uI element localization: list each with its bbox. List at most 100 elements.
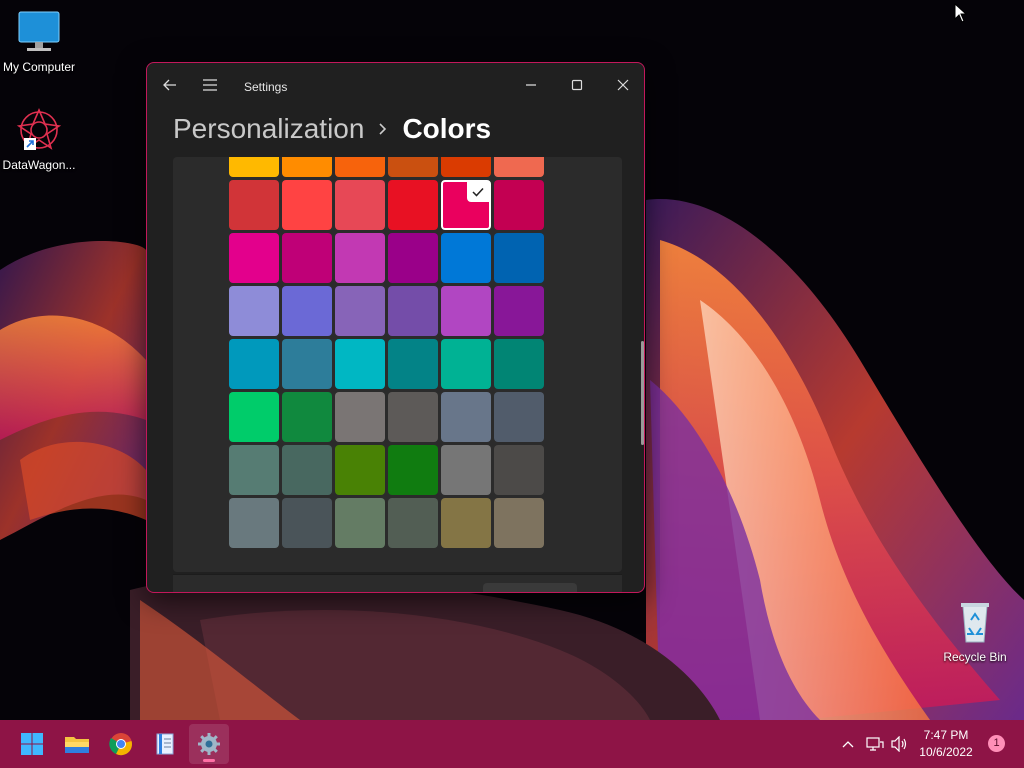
hamburger-menu-icon xyxy=(203,79,217,91)
breadcrumb: Personalization Colors xyxy=(173,109,491,149)
accent-color-swatch[interactable] xyxy=(388,233,438,283)
custom-color-row xyxy=(173,574,622,592)
close-button[interactable] xyxy=(605,67,641,103)
back-arrow-icon xyxy=(163,79,176,91)
accent-color-swatch[interactable] xyxy=(441,286,491,336)
clock-time: 7:47 PM xyxy=(923,728,969,742)
accent-color-swatch[interactable] xyxy=(282,339,332,389)
minimize-icon xyxy=(526,84,536,86)
accent-color-swatch[interactable] xyxy=(282,445,332,495)
maximize-button[interactable] xyxy=(559,67,595,103)
notification-badge[interactable]: 1 xyxy=(988,735,1005,752)
clock-date: 10/6/2022 xyxy=(919,745,973,759)
volume-icon xyxy=(891,736,907,752)
windows-start-icon xyxy=(21,733,43,755)
scrollbar-thumb[interactable] xyxy=(641,341,644,445)
accent-color-swatch[interactable] xyxy=(388,339,438,389)
notepad-icon xyxy=(156,733,174,755)
settings-window: Settings Personalization Colors xyxy=(146,62,645,593)
accent-color-swatch[interactable] xyxy=(494,445,544,495)
accent-color-swatch[interactable] xyxy=(282,286,332,336)
accent-color-swatch[interactable] xyxy=(388,286,438,336)
accent-color-swatch[interactable] xyxy=(494,339,544,389)
accent-color-swatch[interactable] xyxy=(335,339,385,389)
monitor-icon xyxy=(15,8,63,56)
accent-color-swatch[interactable] xyxy=(229,286,279,336)
volume-button[interactable] xyxy=(890,734,910,754)
accent-color-swatch[interactable] xyxy=(335,233,385,283)
start-button[interactable] xyxy=(12,724,52,764)
accent-color-swatch[interactable] xyxy=(282,498,332,548)
accent-color-swatch[interactable] xyxy=(441,445,491,495)
desktop-icon-my-computer[interactable]: My Computer xyxy=(0,8,84,74)
accent-color-swatch[interactable] xyxy=(229,445,279,495)
accent-color-swatch[interactable] xyxy=(229,498,279,548)
network-icon xyxy=(866,737,884,751)
accent-color-swatch[interactable] xyxy=(335,498,385,548)
accent-color-swatch[interactable] xyxy=(388,445,438,495)
accent-color-swatch[interactable] xyxy=(441,157,491,177)
accent-color-swatch[interactable] xyxy=(229,233,279,283)
accent-color-swatch[interactable] xyxy=(335,445,385,495)
accent-color-swatch[interactable] xyxy=(388,498,438,548)
chrome-button[interactable] xyxy=(101,724,141,764)
accent-color-swatch[interactable] xyxy=(494,157,544,177)
desktop-icon-label: DataWagon... xyxy=(2,158,76,172)
accent-color-swatch[interactable] xyxy=(229,157,279,177)
accent-color-swatch[interactable] xyxy=(441,180,491,230)
desktop-icon-datawagon[interactable]: DataWagon... xyxy=(0,106,84,172)
settings-content xyxy=(173,157,622,592)
system-clock[interactable]: 7:47 PM 10/6/2022 xyxy=(908,727,984,761)
accent-color-grid xyxy=(229,157,544,548)
file-explorer-icon xyxy=(65,737,89,753)
accent-color-swatch[interactable] xyxy=(282,157,332,177)
file-explorer-button[interactable] xyxy=(57,724,97,764)
accent-color-swatch[interactable] xyxy=(494,233,544,283)
chrome-icon xyxy=(109,733,132,756)
accent-color-swatch[interactable] xyxy=(282,392,332,442)
settings-gear-icon xyxy=(198,733,220,755)
accent-color-swatch[interactable] xyxy=(494,498,544,548)
show-hidden-icons-button[interactable] xyxy=(838,734,858,754)
recycle-bin-icon xyxy=(951,598,999,646)
accent-color-swatch[interactable] xyxy=(494,286,544,336)
accent-color-swatch[interactable] xyxy=(229,180,279,230)
page-title: Colors xyxy=(402,113,492,144)
title-bar[interactable]: Settings xyxy=(147,63,644,109)
accent-color-swatch[interactable] xyxy=(441,392,491,442)
accent-color-card xyxy=(173,157,622,572)
datawagon-logo-icon xyxy=(15,106,63,154)
accent-color-swatch[interactable] xyxy=(494,392,544,442)
accent-color-swatch[interactable] xyxy=(335,392,385,442)
accent-color-swatch[interactable] xyxy=(441,498,491,548)
navigation-menu-button[interactable] xyxy=(192,67,228,103)
app-title: Settings xyxy=(244,80,288,94)
settings-taskbar-button[interactable] xyxy=(189,724,229,764)
accent-color-swatch[interactable] xyxy=(335,157,385,177)
chevron-right-icon xyxy=(378,122,388,136)
breadcrumb-personalization[interactable]: Personalization xyxy=(173,113,364,145)
accent-color-swatch[interactable] xyxy=(335,286,385,336)
accent-color-swatch[interactable] xyxy=(229,339,279,389)
accent-color-swatch[interactable] xyxy=(282,233,332,283)
accent-color-swatch[interactable] xyxy=(335,180,385,230)
desktop-icon-label: My Computer xyxy=(2,60,76,74)
chevron-up-icon xyxy=(842,741,854,748)
accent-color-swatch[interactable] xyxy=(388,157,438,177)
notepad-button[interactable] xyxy=(145,724,185,764)
mouse-cursor-icon xyxy=(954,3,968,23)
accent-color-swatch[interactable] xyxy=(441,233,491,283)
checkmark-icon xyxy=(467,182,489,202)
network-button[interactable] xyxy=(865,734,885,754)
accent-color-swatch[interactable] xyxy=(494,180,544,230)
accent-color-swatch[interactable] xyxy=(441,339,491,389)
back-button[interactable] xyxy=(152,67,188,103)
accent-color-swatch[interactable] xyxy=(229,392,279,442)
desktop-icon-recycle-bin[interactable]: Recycle Bin xyxy=(930,598,1020,664)
desktop-icon-label: Recycle Bin xyxy=(943,650,1007,664)
view-colors-button[interactable] xyxy=(483,583,577,592)
accent-color-swatch[interactable] xyxy=(388,392,438,442)
accent-color-swatch[interactable] xyxy=(388,180,438,230)
minimize-button[interactable] xyxy=(513,67,549,103)
accent-color-swatch[interactable] xyxy=(282,180,332,230)
